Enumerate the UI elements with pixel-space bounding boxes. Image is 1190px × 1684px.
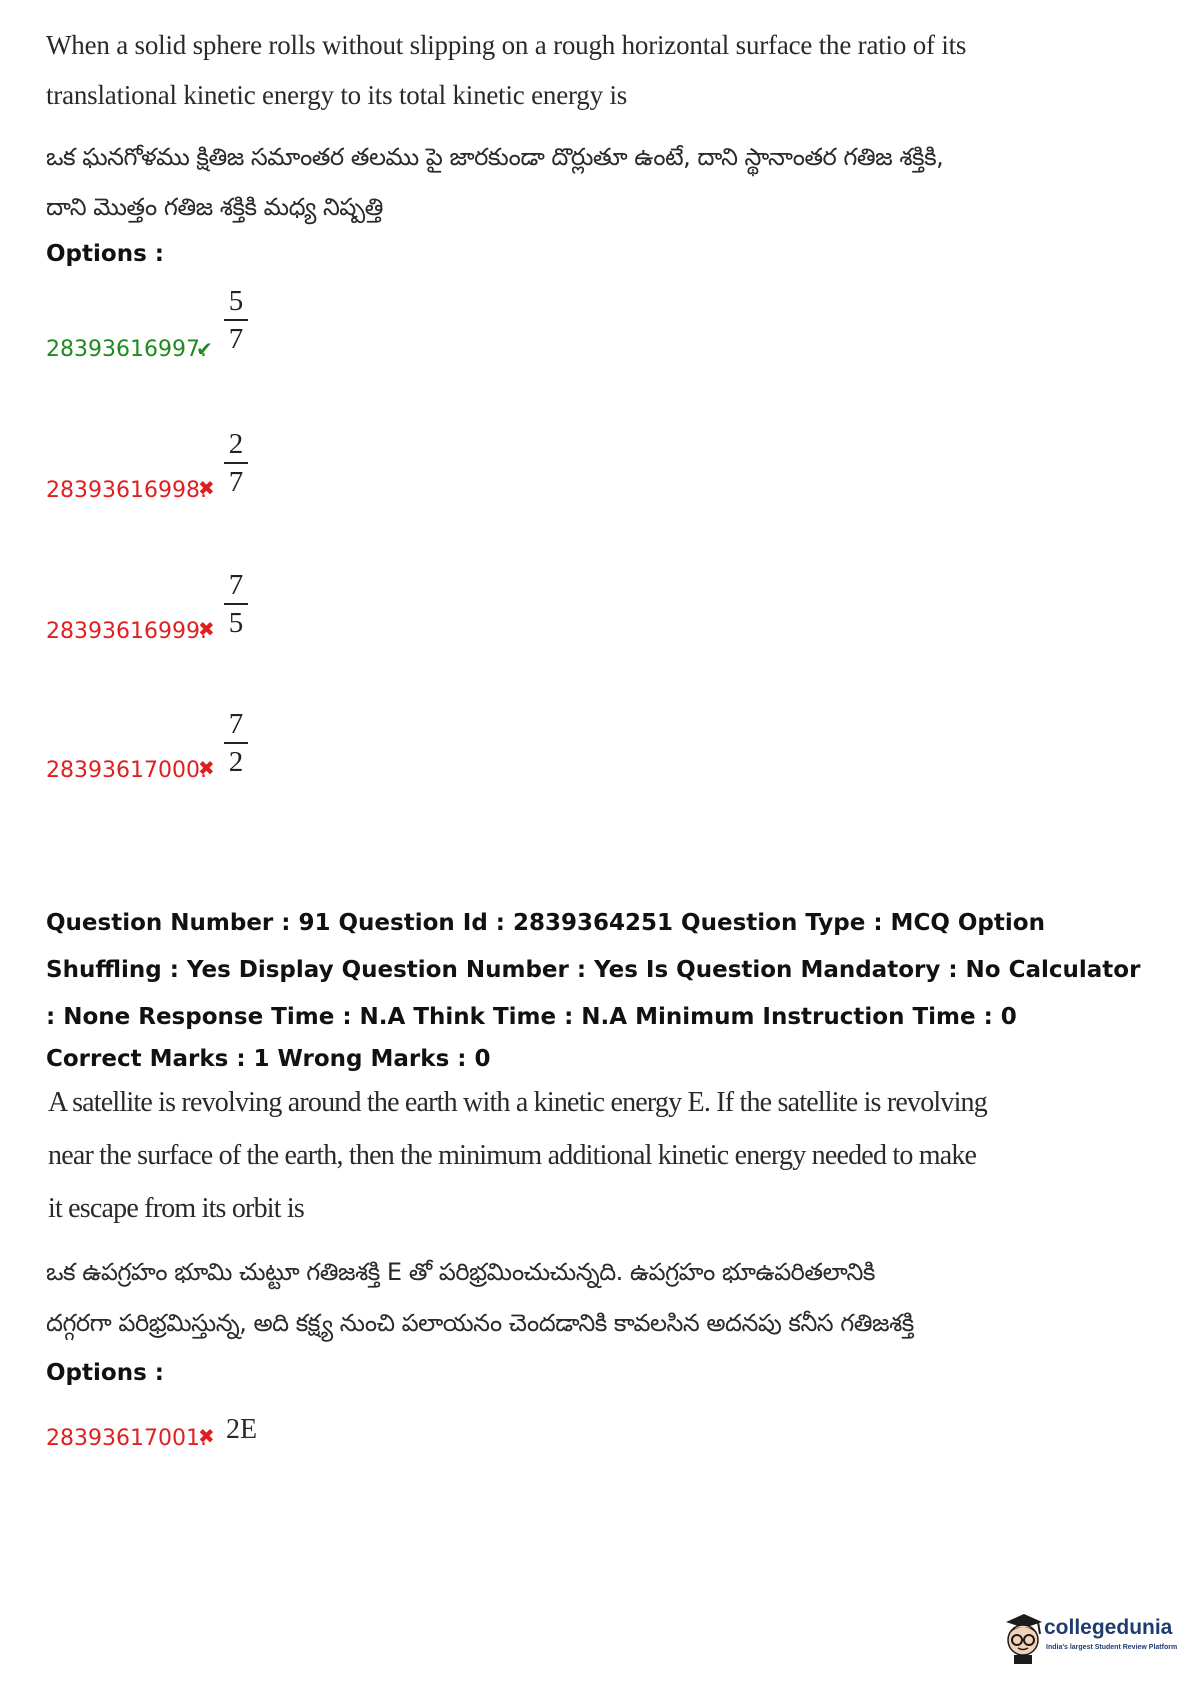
option-id: 28393616997. (46, 337, 207, 362)
cross-icon: ✖ (198, 1424, 215, 1448)
option-fraction: 7 5 (224, 569, 248, 639)
logo-name: collegedunia (1044, 1616, 1173, 1639)
option-value: 2E (226, 1414, 258, 1445)
fraction-numerator: 7 (228, 708, 244, 740)
q1-text-line-1: When a solid sphere rolls without slippi… (46, 30, 967, 60)
fraction-numerator: 2 (228, 428, 244, 460)
q2-text-line-2: near the surface of the earth, then the … (48, 1140, 977, 1171)
fraction-bar (224, 603, 248, 605)
option-id: 28393617000. (46, 758, 207, 783)
q1-telugu-line-2: దాని మొత్తం గతిజ శక్తికి మధ్య నిష్పత్తి (46, 193, 383, 221)
option-fraction: 7 2 (224, 708, 248, 778)
q2-text-line-1: A satellite is revolving around the eart… (48, 1087, 988, 1118)
fraction-bar (224, 319, 248, 321)
fraction-bar (224, 742, 248, 744)
collegedunia-logo: collegedunia India's largest Student Rev… (998, 1608, 1177, 1670)
options-label: Options : (46, 1360, 164, 1386)
question-meta: Question Number : 91 Question Id : 28393… (46, 910, 1141, 1030)
q1-telugu-line-1: ఒక ఘనగోళము క్షితిజ సమాంతర తలము పై జారకుం… (46, 143, 944, 171)
option-id: 28393616998. (46, 478, 207, 503)
options-label: Options : (46, 241, 164, 267)
q2-telugu-line-1: ఒక ఉపగ్రహం భూమి చుట్టూ గతిజశక్తి E తో పర… (46, 1258, 875, 1286)
cross-icon: ✖ (198, 476, 215, 500)
fraction-numerator: 5 (228, 285, 244, 317)
cross-icon: ✖ (198, 756, 215, 780)
option-fraction: 2 7 (224, 428, 248, 498)
cross-icon: ✖ (198, 617, 215, 641)
fraction-denominator: 7 (228, 323, 244, 355)
option-id: 28393616999. (46, 619, 207, 644)
fraction-bar (224, 462, 248, 464)
q1-text-line-2: translational kinetic energy to its tota… (46, 80, 628, 110)
logo-tagline: India's largest Student Review Platform (1046, 1644, 1178, 1651)
q2-text-line-3: it escape from its orbit is (48, 1193, 305, 1224)
fraction-denominator: 2 (228, 746, 244, 778)
fraction-denominator: 7 (228, 466, 244, 498)
mascot-icon (1006, 1614, 1042, 1664)
option-id: 28393617001. (46, 1426, 207, 1451)
fraction-denominator: 5 (228, 607, 244, 639)
question-marks: Correct Marks : 1 Wrong Marks : 0 (46, 1046, 491, 1072)
fraction-numerator: 7 (228, 569, 244, 601)
check-icon: ✔ (196, 337, 213, 361)
option-fraction: 5 7 (224, 285, 248, 355)
q2-telugu-line-2: దగ్గరగా పరిభ్రమిస్తున్న, అది కక్ష్య నుంచ… (46, 1309, 914, 1337)
